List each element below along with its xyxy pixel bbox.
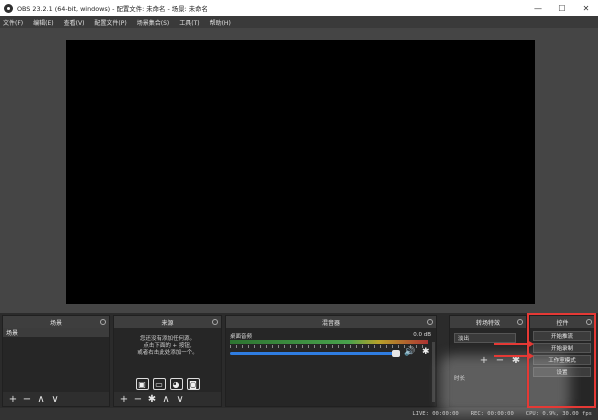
transition-select[interactable]: 淡出	[454, 333, 516, 343]
scenes-toolbar: + − ∧ ∨	[3, 392, 109, 406]
transitions-dock-title: 转场特效	[450, 316, 526, 328]
menu-tools[interactable]: 工具(T)	[179, 18, 199, 27]
sources-dock-title: 来源	[114, 316, 221, 328]
menu-view[interactable]: 查看(V)	[64, 18, 85, 27]
desktop-audio-db: 0.0 dB	[413, 332, 431, 338]
menu-profile[interactable]: 配置文件(P)	[94, 18, 126, 27]
mixer-body: 桌面音频 0.0 dB 🔊 ✱	[226, 328, 436, 406]
menu-edit[interactable]: 编辑(E)	[33, 18, 53, 27]
image-source-icon: ▣	[135, 378, 149, 390]
move-source-down-button[interactable]: ∨	[174, 393, 186, 405]
volume-fader[interactable]	[230, 352, 394, 355]
sources-list[interactable]: 您还没有添加任何源。 点击下面的 + 按钮, 或者右击此处添加一个。 ▣ ▭ ◕…	[114, 328, 221, 392]
transitions-dock-title-text: 转场特效	[475, 319, 500, 327]
source-type-icons: ▣ ▭ ◕ ◙	[114, 378, 221, 390]
mixer-dock-title-text: 混音器	[321, 319, 340, 327]
scenes-dock-title: 场景	[3, 316, 109, 328]
browser-source-icon: ◕	[169, 378, 183, 390]
menu-scene-collection[interactable]: 场景集合(S)	[137, 18, 170, 27]
volume-fader-handle[interactable]	[392, 350, 400, 357]
annotation-arrow-icon	[494, 352, 534, 360]
dock-float-icon[interactable]	[100, 319, 106, 325]
scenes-list: 场景	[3, 328, 109, 392]
menu-help[interactable]: 帮助(H)	[210, 18, 231, 27]
empty-sources-hint: 您还没有添加任何源。 点击下面的 + 按钮, 或者右击此处添加一个。	[114, 328, 221, 357]
dock-float-icon[interactable]	[517, 319, 523, 325]
close-button[interactable]: ✕	[574, 0, 598, 16]
minimize-button[interactable]: —	[526, 0, 550, 16]
desktop-audio-label: 桌面音频	[230, 334, 253, 340]
title-bar: OBS 23.2.1 (64-bit, windows) - 配置文件: 未命名…	[0, 0, 598, 16]
source-properties-gear-icon[interactable]: ✱	[146, 393, 158, 405]
camera-source-icon: ◙	[186, 378, 200, 390]
dock-float-icon[interactable]	[586, 319, 592, 325]
volume-meter-ticks	[230, 345, 428, 348]
remove-source-button[interactable]: −	[132, 393, 144, 405]
audio-mixer-dock: 混音器 桌面音频 0.0 dB 🔊 ✱	[225, 315, 437, 407]
controls-dock-title: 控件	[530, 316, 595, 328]
dock-float-icon[interactable]	[212, 319, 218, 325]
menu-file[interactable]: 文件(F)	[3, 18, 23, 27]
remove-scene-button[interactable]: −	[21, 393, 33, 405]
obs-logo-icon	[4, 3, 13, 13]
controls-dock-title-text: 控件	[556, 319, 569, 327]
mixer-gear-icon[interactable]: ✱	[422, 347, 430, 357]
sources-toolbar: + − ✱ ∧ ∨	[114, 392, 221, 406]
speaker-icon[interactable]: 🔊	[404, 347, 415, 357]
preview-canvas[interactable]	[66, 40, 535, 304]
blurred-region	[440, 355, 570, 415]
hint-line: 您还没有添加任何源。	[139, 336, 195, 342]
volume-meter	[230, 340, 428, 344]
scenes-dock-title-text: 场景	[49, 319, 62, 327]
maximize-button[interactable]: ☐	[550, 0, 574, 16]
mixer-scrollbar[interactable]	[432, 342, 435, 402]
hint-line: 或者右击此处添加一个。	[137, 350, 198, 356]
scenes-dock: 场景 场景 + − ∧ ∨	[2, 315, 110, 407]
move-source-up-button[interactable]: ∧	[160, 393, 172, 405]
annotation-arrow-icon	[494, 340, 534, 348]
start-recording-button[interactable]: 开始录制	[533, 343, 591, 353]
sources-dock-title-text: 来源	[161, 319, 174, 327]
add-scene-button[interactable]: +	[7, 393, 19, 405]
move-scene-up-button[interactable]: ∧	[35, 393, 47, 405]
sources-dock: 来源 您还没有添加任何源。 点击下面的 + 按钮, 或者右击此处添加一个。 ▣ …	[113, 315, 222, 407]
start-streaming-button[interactable]: 开始推流	[533, 331, 591, 341]
display-source-icon: ▭	[152, 378, 166, 390]
scene-item[interactable]: 场景	[3, 328, 109, 337]
window-title: OBS 23.2.1 (64-bit, windows) - 配置文件: 未命名…	[17, 4, 208, 13]
menu-bar: 文件(F) 编辑(E) 查看(V) 配置文件(P) 场景集合(S) 工具(T) …	[0, 16, 598, 28]
preview-area	[0, 28, 598, 313]
hint-line: 点击下面的 + 按钮,	[143, 343, 192, 349]
move-scene-down-button[interactable]: ∨	[49, 393, 61, 405]
mixer-dock-title: 混音器	[226, 316, 436, 328]
dock-float-icon[interactable]	[427, 319, 433, 325]
add-source-button[interactable]: +	[118, 393, 130, 405]
